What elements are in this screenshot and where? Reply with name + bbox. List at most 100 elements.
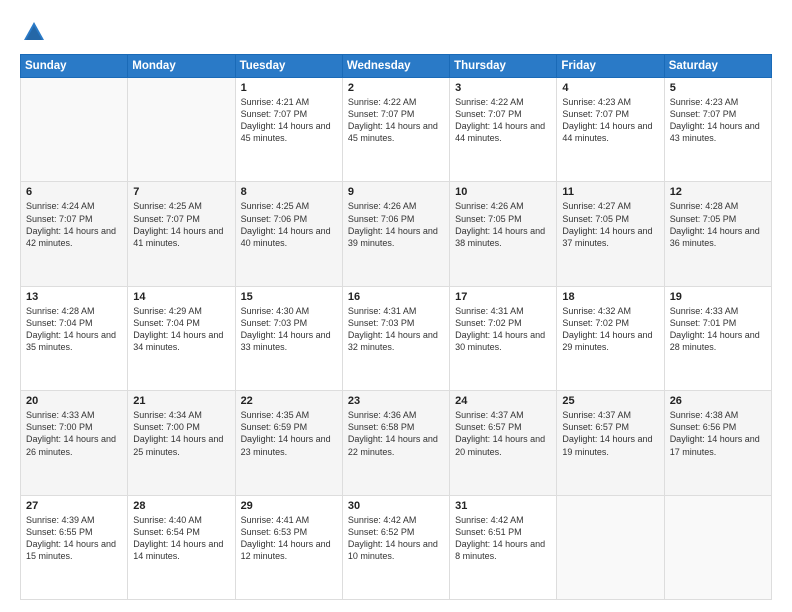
day-number: 19 bbox=[670, 291, 766, 303]
calendar-cell: 25 Sunrise: 4:37 AMSunset: 6:57 PMDayligh… bbox=[557, 391, 664, 495]
day-number: 29 bbox=[241, 500, 337, 512]
day-number: 11 bbox=[562, 186, 658, 198]
col-header-tuesday: Tuesday bbox=[235, 55, 342, 78]
calendar-cell: 19 Sunrise: 4:33 AMSunset: 7:01 PMDayligh… bbox=[664, 286, 771, 390]
day-number: 25 bbox=[562, 395, 658, 407]
calendar-cell: 21 Sunrise: 4:34 AMSunset: 7:00 PMDayligh… bbox=[128, 391, 235, 495]
col-header-monday: Monday bbox=[128, 55, 235, 78]
day-number: 27 bbox=[26, 500, 122, 512]
cell-info: Sunrise: 4:31 AMSunset: 7:03 PMDaylight:… bbox=[348, 305, 444, 354]
cell-info: Sunrise: 4:35 AMSunset: 6:59 PMDaylight:… bbox=[241, 409, 337, 458]
cell-info: Sunrise: 4:31 AMSunset: 7:02 PMDaylight:… bbox=[455, 305, 551, 354]
day-number: 9 bbox=[348, 186, 444, 198]
header bbox=[20, 18, 772, 46]
calendar-cell bbox=[557, 495, 664, 599]
day-number: 13 bbox=[26, 291, 122, 303]
day-number: 26 bbox=[670, 395, 766, 407]
page: SundayMondayTuesdayWednesdayThursdayFrid… bbox=[0, 0, 792, 612]
cell-info: Sunrise: 4:39 AMSunset: 6:55 PMDaylight:… bbox=[26, 514, 122, 563]
day-number: 7 bbox=[133, 186, 229, 198]
day-number: 21 bbox=[133, 395, 229, 407]
day-number: 5 bbox=[670, 82, 766, 94]
cell-info: Sunrise: 4:28 AMSunset: 7:04 PMDaylight:… bbox=[26, 305, 122, 354]
calendar-cell: 26 Sunrise: 4:38 AMSunset: 6:56 PMDayligh… bbox=[664, 391, 771, 495]
col-header-friday: Friday bbox=[557, 55, 664, 78]
day-number: 14 bbox=[133, 291, 229, 303]
calendar-cell: 17 Sunrise: 4:31 AMSunset: 7:02 PMDayligh… bbox=[450, 286, 557, 390]
day-number: 10 bbox=[455, 186, 551, 198]
cell-info: Sunrise: 4:25 AMSunset: 7:07 PMDaylight:… bbox=[133, 200, 229, 249]
logo-icon bbox=[20, 18, 48, 46]
day-number: 18 bbox=[562, 291, 658, 303]
calendar-cell bbox=[21, 78, 128, 182]
calendar-cell: 3 Sunrise: 4:22 AMSunset: 7:07 PMDaylight… bbox=[450, 78, 557, 182]
calendar-cell: 28 Sunrise: 4:40 AMSunset: 6:54 PMDayligh… bbox=[128, 495, 235, 599]
day-number: 6 bbox=[26, 186, 122, 198]
calendar-cell: 5 Sunrise: 4:23 AMSunset: 7:07 PMDaylight… bbox=[664, 78, 771, 182]
col-header-wednesday: Wednesday bbox=[342, 55, 449, 78]
cell-info: Sunrise: 4:24 AMSunset: 7:07 PMDaylight:… bbox=[26, 200, 122, 249]
calendar-cell: 18 Sunrise: 4:32 AMSunset: 7:02 PMDayligh… bbox=[557, 286, 664, 390]
calendar-cell: 11 Sunrise: 4:27 AMSunset: 7:05 PMDayligh… bbox=[557, 182, 664, 286]
calendar-cell: 1Sunrise: 4:21 AMSunset: 7:07 PMDaylight… bbox=[235, 78, 342, 182]
cell-info: Sunrise: 4:42 AMSunset: 6:51 PMDaylight:… bbox=[455, 514, 551, 563]
day-number: 16 bbox=[348, 291, 444, 303]
day-number: 15 bbox=[241, 291, 337, 303]
cell-info: Sunrise: 4:23 AMSunset: 7:07 PMDaylight:… bbox=[562, 96, 658, 145]
cell-info: Sunrise: 4:42 AMSunset: 6:52 PMDaylight:… bbox=[348, 514, 444, 563]
cell-info: Sunrise: 4:22 AMSunset: 7:07 PMDaylight:… bbox=[348, 96, 444, 145]
cell-info: Sunrise: 4:27 AMSunset: 7:05 PMDaylight:… bbox=[562, 200, 658, 249]
cell-info: Sunrise: 4:36 AMSunset: 6:58 PMDaylight:… bbox=[348, 409, 444, 458]
cell-info: Sunrise: 4:33 AMSunset: 7:01 PMDaylight:… bbox=[670, 305, 766, 354]
calendar-cell: 10Sunrise: 4:26 AMSunset: 7:05 PMDayligh… bbox=[450, 182, 557, 286]
calendar-cell: 30 Sunrise: 4:42 AMSunset: 6:52 PMDayligh… bbox=[342, 495, 449, 599]
cell-info: Sunrise: 4:33 AMSunset: 7:00 PMDaylight:… bbox=[26, 409, 122, 458]
day-number: 20 bbox=[26, 395, 122, 407]
calendar-cell: 2 Sunrise: 4:22 AMSunset: 7:07 PMDaylight… bbox=[342, 78, 449, 182]
cell-info: Sunrise: 4:29 AMSunset: 7:04 PMDaylight:… bbox=[133, 305, 229, 354]
cell-info: Sunrise: 4:37 AMSunset: 6:57 PMDaylight:… bbox=[562, 409, 658, 458]
calendar-table: SundayMondayTuesdayWednesdayThursdayFrid… bbox=[20, 54, 772, 600]
cell-info: Sunrise: 4:23 AMSunset: 7:07 PMDaylight:… bbox=[670, 96, 766, 145]
calendar-cell: 14 Sunrise: 4:29 AMSunset: 7:04 PMDayligh… bbox=[128, 286, 235, 390]
cell-info: Sunrise: 4:41 AMSunset: 6:53 PMDaylight:… bbox=[241, 514, 337, 563]
cell-info: Sunrise: 4:22 AMSunset: 7:07 PMDaylight:… bbox=[455, 96, 551, 145]
cell-info: Sunrise: 4:26 AMSunset: 7:06 PMDaylight:… bbox=[348, 200, 444, 249]
day-number: 24 bbox=[455, 395, 551, 407]
calendar-cell: 4Sunrise: 4:23 AMSunset: 7:07 PMDaylight… bbox=[557, 78, 664, 182]
cell-info: Sunrise: 4:30 AMSunset: 7:03 PMDaylight:… bbox=[241, 305, 337, 354]
cell-info: Sunrise: 4:34 AMSunset: 7:00 PMDaylight:… bbox=[133, 409, 229, 458]
calendar-cell: 23Sunrise: 4:36 AMSunset: 6:58 PMDayligh… bbox=[342, 391, 449, 495]
calendar-cell: 24 Sunrise: 4:37 AMSunset: 6:57 PMDayligh… bbox=[450, 391, 557, 495]
day-number: 12 bbox=[670, 186, 766, 198]
calendar-cell: 29 Sunrise: 4:41 AMSunset: 6:53 PMDayligh… bbox=[235, 495, 342, 599]
calendar-cell: 9 Sunrise: 4:26 AMSunset: 7:06 PMDaylight… bbox=[342, 182, 449, 286]
day-number: 1 bbox=[241, 82, 337, 94]
calendar-cell: 6 Sunrise: 4:24 AMSunset: 7:07 PMDaylight… bbox=[21, 182, 128, 286]
calendar-cell: 31Sunrise: 4:42 AMSunset: 6:51 PMDayligh… bbox=[450, 495, 557, 599]
calendar-cell: 16 Sunrise: 4:31 AMSunset: 7:03 PMDayligh… bbox=[342, 286, 449, 390]
calendar-cell: 13 Sunrise: 4:28 AMSunset: 7:04 PMDayligh… bbox=[21, 286, 128, 390]
day-number: 2 bbox=[348, 82, 444, 94]
cell-info: Sunrise: 4:38 AMSunset: 6:56 PMDaylight:… bbox=[670, 409, 766, 458]
day-number: 28 bbox=[133, 500, 229, 512]
col-header-thursday: Thursday bbox=[450, 55, 557, 78]
calendar-cell: 20 Sunrise: 4:33 AMSunset: 7:00 PMDayligh… bbox=[21, 391, 128, 495]
cell-info: Sunrise: 4:37 AMSunset: 6:57 PMDaylight:… bbox=[455, 409, 551, 458]
cell-info: Sunrise: 4:25 AMSunset: 7:06 PMDaylight:… bbox=[241, 200, 337, 249]
cell-info: Sunrise: 4:28 AMSunset: 7:05 PMDaylight:… bbox=[670, 200, 766, 249]
cell-info: Sunrise: 4:40 AMSunset: 6:54 PMDaylight:… bbox=[133, 514, 229, 563]
calendar-cell: 15 Sunrise: 4:30 AMSunset: 7:03 PMDayligh… bbox=[235, 286, 342, 390]
cell-info: Sunrise: 4:32 AMSunset: 7:02 PMDaylight:… bbox=[562, 305, 658, 354]
calendar-cell: 22 Sunrise: 4:35 AMSunset: 6:59 PMDayligh… bbox=[235, 391, 342, 495]
logo bbox=[20, 18, 52, 46]
day-number: 3 bbox=[455, 82, 551, 94]
day-number: 30 bbox=[348, 500, 444, 512]
calendar-cell: 7 Sunrise: 4:25 AMSunset: 7:07 PMDaylight… bbox=[128, 182, 235, 286]
day-number: 22 bbox=[241, 395, 337, 407]
calendar-cell: 27 Sunrise: 4:39 AMSunset: 6:55 PMDayligh… bbox=[21, 495, 128, 599]
calendar-cell: 12 Sunrise: 4:28 AMSunset: 7:05 PMDayligh… bbox=[664, 182, 771, 286]
calendar-cell bbox=[128, 78, 235, 182]
col-header-sunday: Sunday bbox=[21, 55, 128, 78]
day-number: 17 bbox=[455, 291, 551, 303]
